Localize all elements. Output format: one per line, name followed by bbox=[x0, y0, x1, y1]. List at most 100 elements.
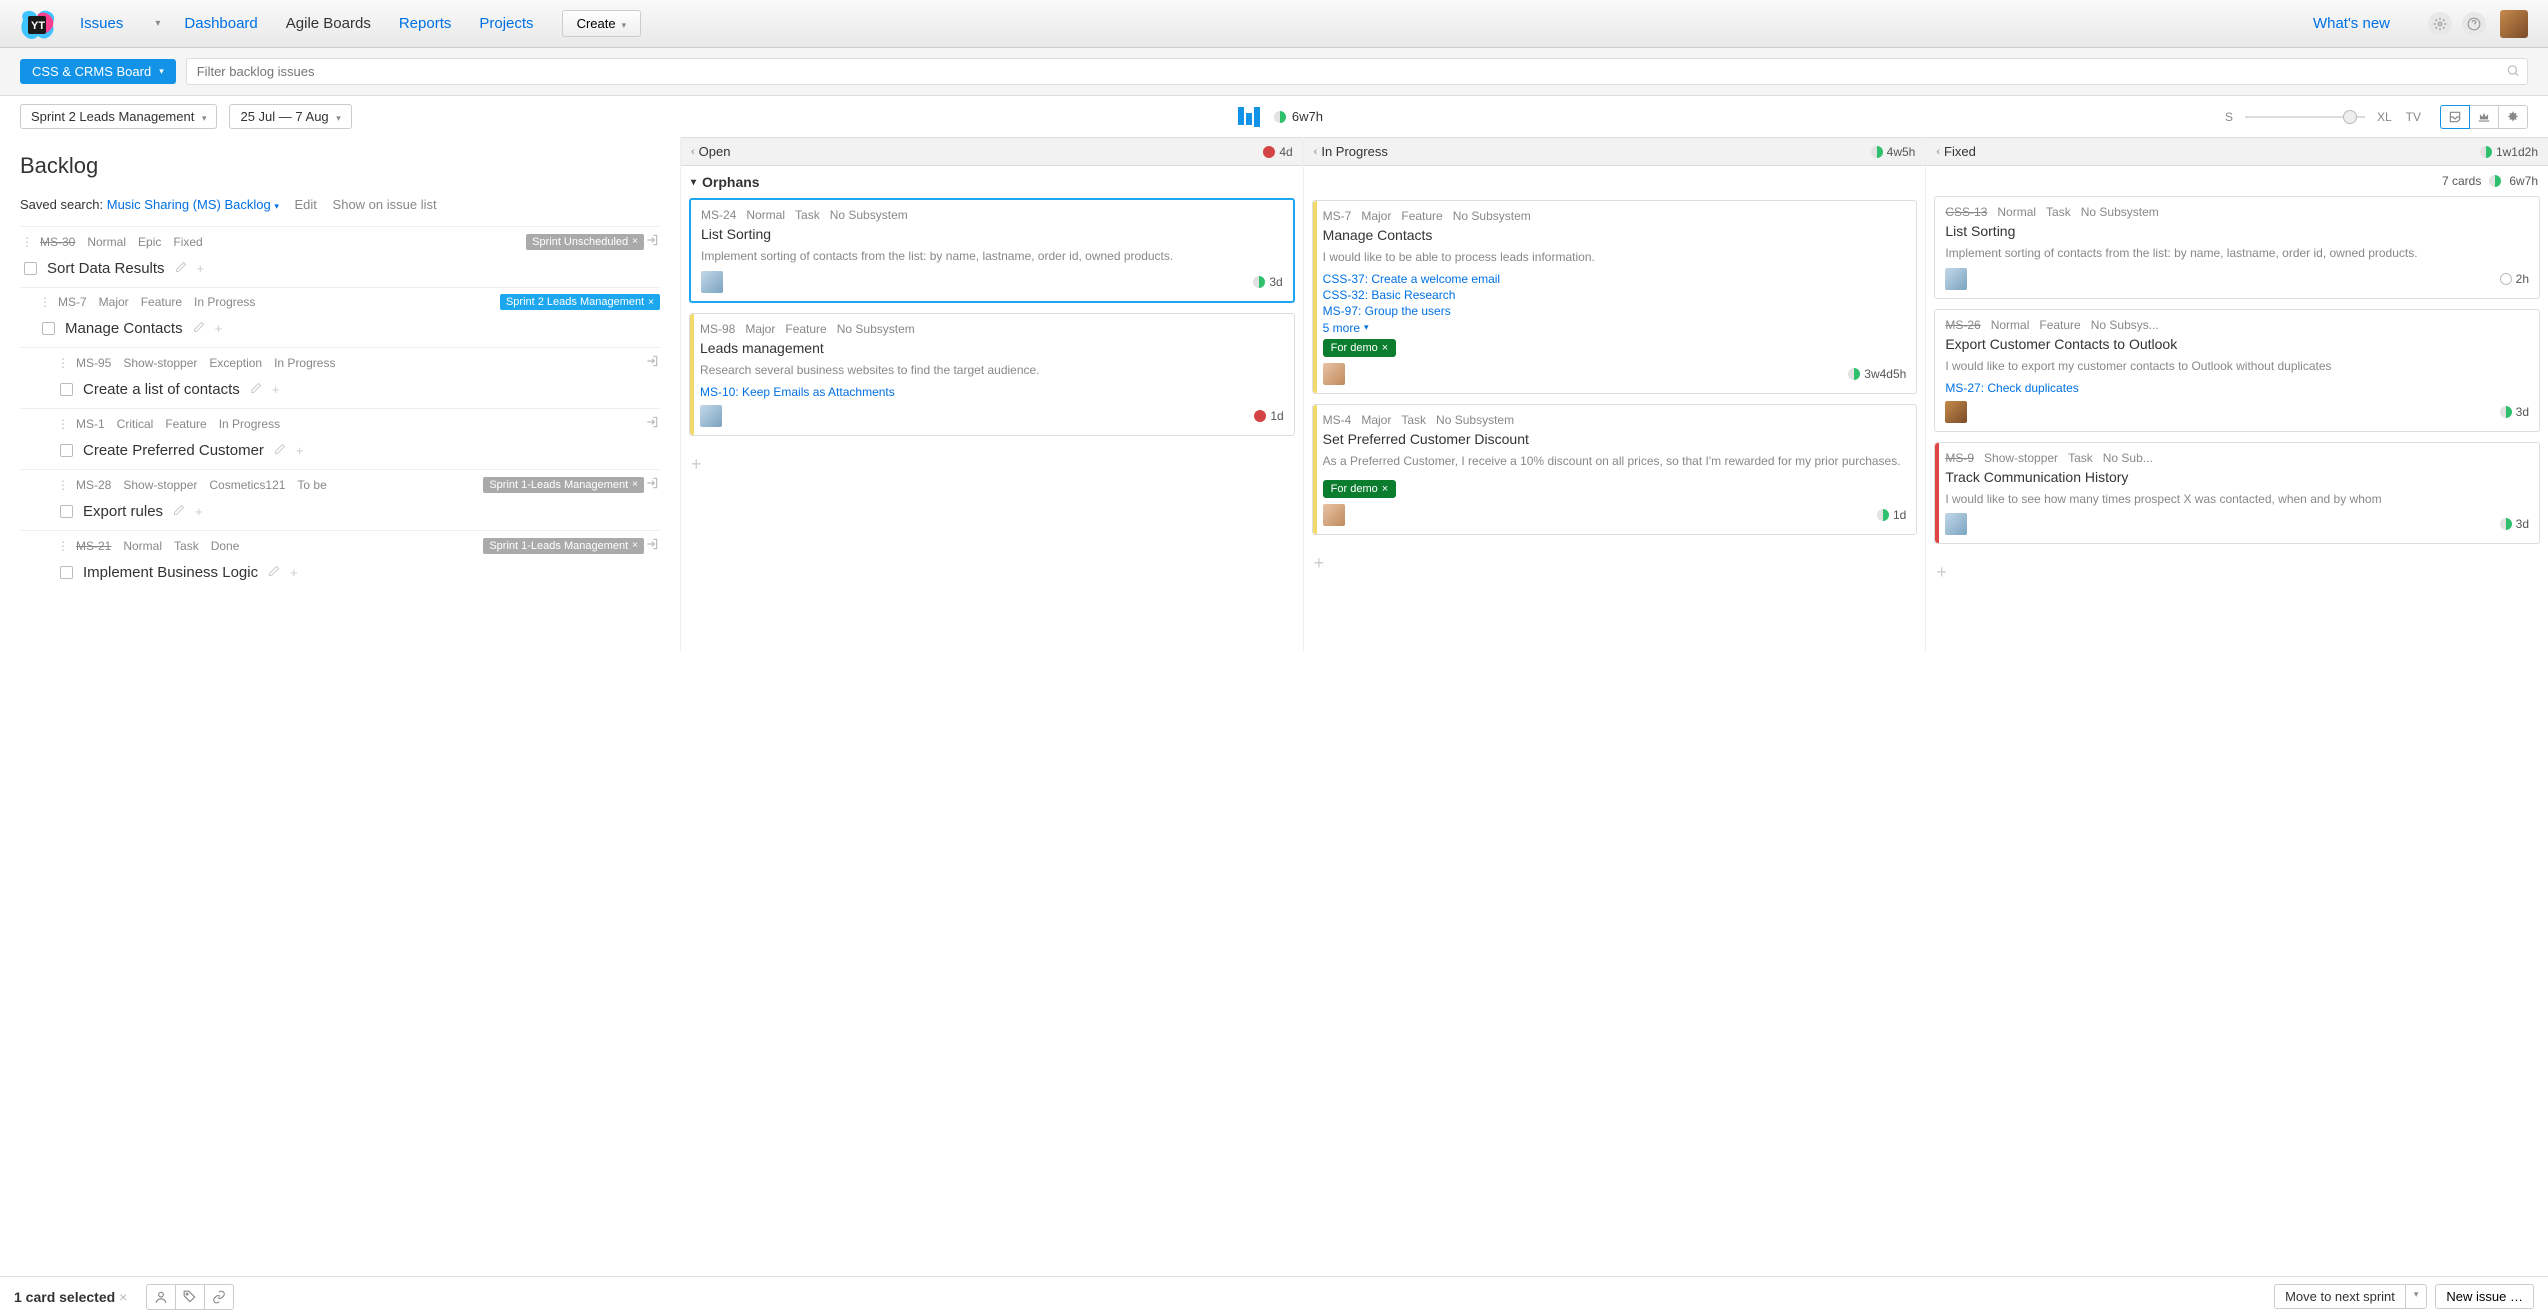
issue-title[interactable]: Export rules bbox=[83, 503, 163, 520]
filter-backlog-input[interactable] bbox=[186, 58, 2528, 85]
linked-issue[interactable]: MS-10: Keep Emails as Attachments bbox=[700, 385, 1284, 399]
saved-search-edit[interactable]: Edit bbox=[295, 197, 317, 212]
linked-issue[interactable]: MS-97: Group the users bbox=[1323, 304, 1907, 318]
drag-handle-icon[interactable]: ⋮ bbox=[56, 478, 70, 492]
add-icon[interactable]: + bbox=[296, 443, 304, 458]
select-checkbox[interactable] bbox=[60, 383, 73, 396]
search-icon[interactable] bbox=[2506, 63, 2520, 80]
drag-handle-icon[interactable]: ⋮ bbox=[20, 235, 34, 249]
move-to-sprint-button[interactable]: Move to next sprint▾ bbox=[2274, 1284, 2427, 1309]
add-card-button[interactable]: + bbox=[1304, 553, 1926, 574]
issue-title[interactable]: Create Preferred Customer bbox=[83, 442, 264, 459]
nav-agile-boards[interactable]: Agile Boards bbox=[286, 15, 371, 32]
issue-title[interactable]: Sort Data Results bbox=[47, 260, 165, 277]
edit-icon[interactable] bbox=[193, 321, 205, 336]
linked-issue[interactable]: CSS-32: Basic Research bbox=[1323, 288, 1907, 302]
tag-icon[interactable] bbox=[175, 1284, 205, 1310]
view-inbox-icon[interactable] bbox=[2440, 105, 2470, 129]
nav-whats-new[interactable]: What's new bbox=[2313, 15, 2390, 32]
issue-card[interactable]: MS-7 Major Feature No Subsystem Manage C… bbox=[1312, 200, 1918, 394]
add-icon[interactable]: + bbox=[197, 261, 205, 276]
backlog-item[interactable]: ⋮ MS-30 Normal Epic Fixed Sprint Unsched… bbox=[20, 226, 660, 287]
issue-card[interactable]: MS-4 Major Task No Subsystem Set Preferr… bbox=[1312, 404, 1918, 535]
sprint-tag[interactable]: Sprint 1-Leads Management × bbox=[483, 538, 644, 554]
view-crown-icon[interactable] bbox=[2469, 105, 2499, 129]
date-range-select[interactable]: 25 Jul — 7 Aug ▾ bbox=[229, 104, 351, 129]
card-tag[interactable]: For demo × bbox=[1323, 339, 1397, 357]
view-settings-icon[interactable] bbox=[2498, 105, 2528, 129]
nav-dashboard[interactable]: Dashboard bbox=[184, 15, 257, 32]
select-checkbox[interactable] bbox=[42, 322, 55, 335]
edit-icon[interactable] bbox=[175, 261, 187, 276]
edit-icon[interactable] bbox=[268, 565, 280, 580]
add-icon[interactable]: + bbox=[272, 382, 280, 397]
remove-tag-icon[interactable]: × bbox=[1382, 342, 1388, 354]
assignee-avatar[interactable] bbox=[700, 405, 722, 427]
issue-title[interactable]: Manage Contacts bbox=[65, 320, 183, 337]
add-icon[interactable]: + bbox=[290, 565, 298, 580]
drag-handle-icon[interactable]: ⋮ bbox=[56, 417, 70, 431]
backlog-item[interactable]: ⋮ MS-7 Major Feature In Progress Sprint … bbox=[20, 287, 660, 347]
move-to-board-icon[interactable] bbox=[644, 537, 660, 554]
add-icon[interactable]: + bbox=[215, 321, 223, 336]
add-card-button[interactable]: + bbox=[681, 454, 1303, 475]
remove-tag-icon[interactable]: × bbox=[632, 479, 638, 490]
assignee-avatar[interactable] bbox=[1323, 504, 1345, 526]
settings-gear-icon[interactable] bbox=[2428, 12, 2452, 36]
assignee-avatar[interactable] bbox=[1945, 401, 1967, 423]
remove-tag-icon[interactable]: × bbox=[1382, 483, 1388, 495]
user-avatar[interactable] bbox=[2500, 10, 2528, 38]
saved-search-show[interactable]: Show on issue list bbox=[333, 197, 437, 212]
issue-card[interactable]: MS-26 Normal Feature No Subsys... Export… bbox=[1934, 309, 2540, 432]
sprint-tag[interactable]: Sprint 1-Leads Management × bbox=[483, 477, 644, 493]
chart-icon[interactable] bbox=[1238, 107, 1260, 127]
link-icon[interactable] bbox=[204, 1284, 234, 1310]
linked-issue[interactable]: CSS-37: Create a welcome email bbox=[1323, 272, 1907, 286]
sprint-tag[interactable]: Sprint Unscheduled × bbox=[526, 234, 644, 250]
board-select-dropdown[interactable]: CSS & CRMS Board▾ bbox=[20, 59, 176, 84]
assignee-avatar[interactable] bbox=[1323, 363, 1345, 385]
select-checkbox[interactable] bbox=[60, 505, 73, 518]
issue-title[interactable]: Implement Business Logic bbox=[83, 564, 258, 581]
swimlane-header[interactable]: ▾ Orphans bbox=[681, 166, 1303, 198]
help-icon[interactable] bbox=[2462, 12, 2486, 36]
backlog-item[interactable]: ⋮ MS-28 Show-stopper Cosmetics121 To be … bbox=[20, 469, 660, 530]
clear-selection-icon[interactable]: × bbox=[119, 1289, 127, 1305]
sprint-tag[interactable]: Sprint 2 Leads Management × bbox=[500, 294, 660, 310]
assign-user-icon[interactable] bbox=[146, 1284, 176, 1310]
issue-card[interactable]: MS-98 Major Feature No Subsystem Leads m… bbox=[689, 313, 1295, 436]
size-tv-label[interactable]: TV bbox=[2406, 110, 2421, 124]
select-checkbox[interactable] bbox=[60, 444, 73, 457]
issue-card[interactable]: MS-9 Show-stopper Task No Sub... Track C… bbox=[1934, 442, 2540, 545]
assignee-avatar[interactable] bbox=[701, 271, 723, 293]
move-to-board-icon[interactable] bbox=[644, 233, 660, 250]
edit-icon[interactable] bbox=[274, 443, 286, 458]
select-checkbox[interactable] bbox=[60, 566, 73, 579]
column-header-open[interactable]: ‹ Open 4d bbox=[681, 137, 1303, 166]
issue-card[interactable]: CSS-13 Normal Task No Subsystem List Sor… bbox=[1934, 196, 2540, 299]
edit-icon[interactable] bbox=[250, 382, 262, 397]
show-more-links[interactable]: 5 more ▾ bbox=[1323, 321, 1369, 335]
move-to-board-icon[interactable] bbox=[644, 354, 660, 371]
move-to-board-icon[interactable] bbox=[644, 415, 660, 432]
assignee-avatar[interactable] bbox=[1945, 268, 1967, 290]
remove-tag-icon[interactable]: × bbox=[632, 540, 638, 551]
drag-handle-icon[interactable]: ⋮ bbox=[38, 295, 52, 309]
card-size-slider[interactable] bbox=[2245, 116, 2365, 118]
add-card-button[interactable]: + bbox=[1926, 562, 2548, 583]
card-tag[interactable]: For demo × bbox=[1323, 480, 1397, 498]
drag-handle-icon[interactable]: ⋮ bbox=[56, 539, 70, 553]
nav-issues[interactable]: Issues bbox=[80, 15, 123, 32]
backlog-item[interactable]: ⋮ MS-95 Show-stopper Exception In Progre… bbox=[20, 347, 660, 408]
remove-tag-icon[interactable]: × bbox=[648, 297, 654, 308]
assignee-avatar[interactable] bbox=[1945, 513, 1967, 535]
nav-reports[interactable]: Reports bbox=[399, 15, 452, 32]
new-issue-button[interactable]: New issue … bbox=[2435, 1284, 2534, 1309]
add-icon[interactable]: + bbox=[195, 504, 203, 519]
linked-issue[interactable]: MS-27: Check duplicates bbox=[1945, 381, 2529, 395]
create-button[interactable]: Create▾ bbox=[562, 10, 642, 37]
remove-tag-icon[interactable]: × bbox=[632, 236, 638, 247]
issue-title[interactable]: Create a list of contacts bbox=[83, 381, 240, 398]
column-header-in-progress[interactable]: ‹ In Progress 4w5h bbox=[1304, 137, 1926, 166]
issue-card[interactable]: MS-24 Normal Task No Subsystem List Sort… bbox=[689, 198, 1295, 303]
